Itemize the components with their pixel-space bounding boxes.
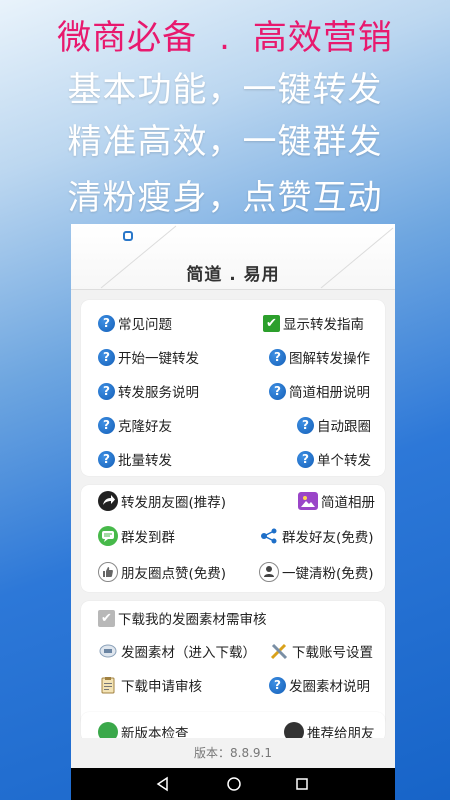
help-icon: ? bbox=[269, 348, 286, 366]
auto-follow-item[interactable]: ? 自动跟圈 bbox=[297, 413, 371, 437]
clone-friends-item[interactable]: ? 克隆好友 bbox=[98, 413, 172, 437]
help-card: ? 常见问题 ? 开始一键转发 ? 转发服务说明 ? 克隆好友 ? 批量转发 ✔ 显示转发指… bbox=[81, 300, 385, 476]
download-account-settings-item[interactable]: 下载账号设置 bbox=[269, 639, 373, 663]
group-send-item[interactable]: 群发到群 bbox=[98, 524, 175, 548]
photo-album-icon bbox=[298, 492, 318, 510]
download-apply-review-item[interactable]: 下载申请审核 bbox=[98, 673, 202, 697]
back-button[interactable] bbox=[143, 768, 183, 800]
chat-bubble-icon bbox=[98, 526, 118, 546]
promo-line-3: 精准高效，一键群发 bbox=[67, 122, 383, 162]
illustrated-forward-item[interactable]: ? 图解转发操作 bbox=[269, 345, 370, 369]
clipboard-icon bbox=[98, 675, 118, 695]
app-notification-icon bbox=[123, 231, 133, 241]
app-title-bar: 简道 . 易用 bbox=[71, 224, 395, 290]
help-icon: ? bbox=[98, 416, 115, 434]
clean-fans-item[interactable]: 一键清粉(免费) bbox=[259, 560, 374, 584]
faq-item[interactable]: ? 常见问题 bbox=[98, 311, 172, 335]
moments-like-item[interactable]: 朋友圈点赞(免费) bbox=[98, 560, 226, 584]
checkbox-checked-icon: ✔ bbox=[263, 314, 280, 332]
recents-button[interactable] bbox=[282, 768, 322, 800]
material-help-item[interactable]: ? 发圈素材说明 bbox=[269, 673, 370, 697]
share-arrow-icon bbox=[98, 491, 118, 511]
help-icon: ? bbox=[98, 450, 115, 468]
show-forward-guide-checkbox[interactable]: ✔ 显示转发指南 bbox=[263, 311, 364, 335]
start-forward-item[interactable]: ? 开始一键转发 bbox=[98, 345, 199, 369]
promo-line-1-left: 微商必备 bbox=[57, 18, 198, 58]
album-help-item[interactable]: ? 简道相册说明 bbox=[269, 379, 370, 403]
help-icon: ? bbox=[297, 450, 314, 468]
thumbs-up-icon bbox=[98, 562, 118, 582]
material-download-item[interactable]: 发圈素材（进入下载） bbox=[98, 639, 256, 663]
forward-service-help-item[interactable]: ? 转发服务说明 bbox=[98, 379, 199, 403]
system-nav-bar bbox=[71, 768, 395, 800]
app-title: 简道 . 易用 bbox=[186, 265, 280, 285]
back-triangle-icon bbox=[156, 776, 168, 792]
batch-forward-item[interactable]: ? 批量转发 bbox=[98, 447, 172, 471]
help-icon: ? bbox=[98, 382, 115, 400]
material-review-checkbox[interactable]: ✔ 下载我的发圈素材需审核 bbox=[98, 606, 267, 630]
promo-line-1: 微商必备. 高效营销 bbox=[0, 10, 450, 59]
badge-icon bbox=[98, 641, 118, 661]
home-button[interactable] bbox=[214, 768, 254, 800]
help-icon: ? bbox=[98, 348, 115, 366]
promo-line-1-right: 高效营销 bbox=[252, 18, 393, 58]
checkbox-checked-icon: ✔ bbox=[98, 609, 115, 627]
forward-moments-item[interactable]: 转发朋友圈(推荐) bbox=[98, 489, 226, 513]
version-label: 版本：8.8.9.1 bbox=[71, 738, 395, 768]
promo-line-4: 清粉瘦身，点赞互动 bbox=[67, 178, 383, 218]
help-icon: ? bbox=[297, 416, 314, 434]
share-nodes-icon bbox=[259, 526, 279, 546]
promo-line-1-dot: . bbox=[219, 18, 231, 58]
group-send-friends-item[interactable]: 群发好友(免费) bbox=[259, 524, 374, 548]
recents-square-icon bbox=[296, 778, 308, 790]
tools-icon bbox=[269, 641, 289, 661]
features-card: 转发朋友圈(推荐) 群发到群 朋友圈点赞(免费) 简道相册 群发好友(免费) 一… bbox=[81, 485, 385, 592]
material-card: ✔ 下载我的发圈素材需审核 发圈素材（进入下载） 下载账号设置 下载申请审核 ? 发… bbox=[81, 601, 385, 727]
home-circle-icon bbox=[227, 777, 241, 791]
single-forward-item[interactable]: ? 单个转发 bbox=[297, 447, 371, 471]
phone-screen: 简道 . 易用 ? 常见问题 ? 开始一键转发 ? 转发服务说明 ? 克隆好友 ? 批量转… bbox=[71, 224, 395, 800]
help-icon: ? bbox=[269, 676, 286, 694]
help-icon: ? bbox=[98, 314, 115, 332]
promo-line-2: 基本功能，一键转发 bbox=[67, 70, 383, 110]
jiandao-album-item[interactable]: 简道相册 bbox=[298, 489, 375, 513]
broom-user-icon bbox=[259, 562, 279, 582]
help-icon: ? bbox=[269, 382, 286, 400]
